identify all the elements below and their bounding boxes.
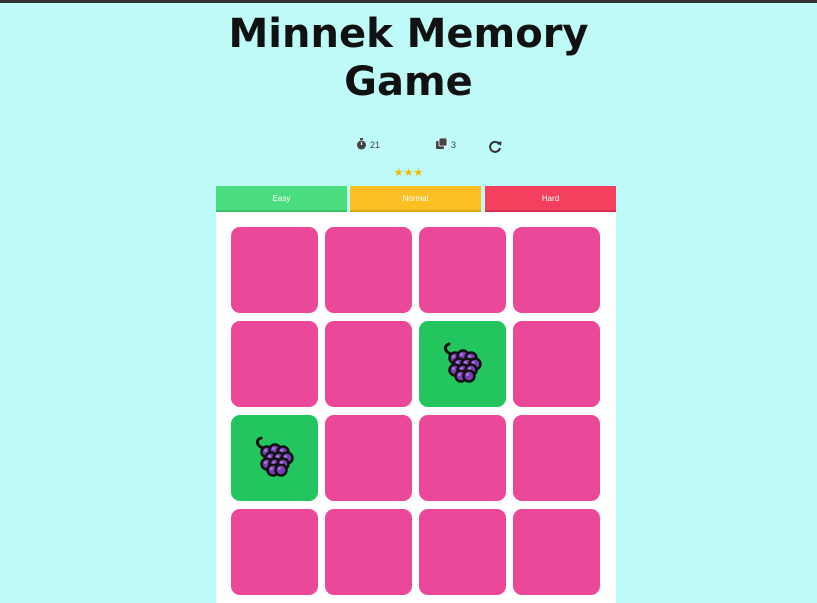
grapes-icon xyxy=(439,338,487,390)
game-board xyxy=(216,212,616,603)
moves-counter: 3 xyxy=(436,136,456,154)
restart-icon[interactable] xyxy=(487,139,503,155)
card-hidden[interactable] xyxy=(325,509,412,595)
card-hidden[interactable] xyxy=(325,321,412,407)
star-rating: ★★★ xyxy=(393,166,424,179)
stopwatch-icon xyxy=(356,138,367,152)
card-hidden[interactable] xyxy=(513,509,600,595)
card-hidden[interactable] xyxy=(513,227,600,313)
difficulty-selector: Easy Normal Hard xyxy=(216,186,616,212)
cards-icon xyxy=(436,137,448,152)
page-title: Minnek Memory Game xyxy=(0,10,817,106)
timer-value: 21 xyxy=(370,140,381,150)
card-hidden[interactable] xyxy=(325,415,412,501)
timer: 21 xyxy=(356,136,380,154)
card-hidden[interactable] xyxy=(419,227,506,313)
card-open[interactable] xyxy=(231,415,318,501)
card-open[interactable] xyxy=(419,321,506,407)
page-title-line-2: Game xyxy=(344,59,473,105)
page-title-line-1: Minnek Memory xyxy=(228,11,589,57)
card-hidden[interactable] xyxy=(231,509,318,595)
normal-button[interactable]: Normal xyxy=(350,186,481,212)
card-hidden[interactable] xyxy=(325,227,412,313)
grapes-icon xyxy=(251,432,299,484)
card-hidden[interactable] xyxy=(419,509,506,595)
card-hidden[interactable] xyxy=(419,415,506,501)
easy-button[interactable]: Easy xyxy=(216,186,347,212)
moves-value: 3 xyxy=(451,140,457,150)
hard-button[interactable]: Hard xyxy=(485,186,616,212)
card-hidden[interactable] xyxy=(513,415,600,501)
card-hidden[interactable] xyxy=(231,227,318,313)
window-top-border xyxy=(0,0,817,3)
card-hidden[interactable] xyxy=(513,321,600,407)
score-panel: 21 3 xyxy=(0,136,817,156)
card-hidden[interactable] xyxy=(231,321,318,407)
